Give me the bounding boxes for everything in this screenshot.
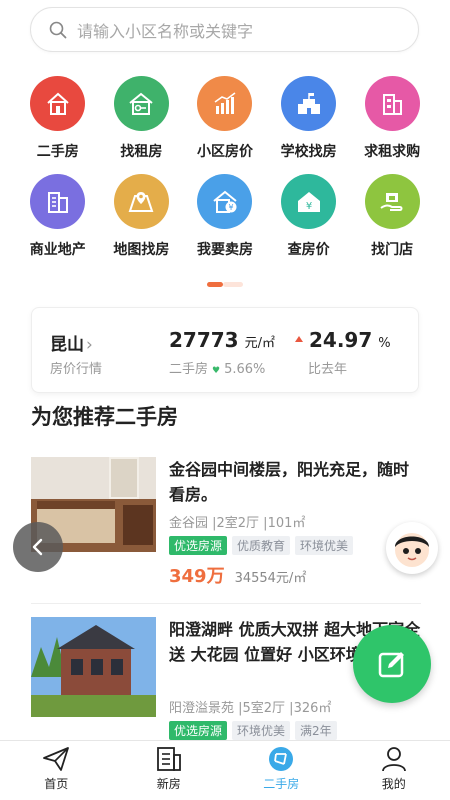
price-overview-card[interactable]: 昆山 › 房价行情 27773 元/㎡ 二手房 ♥ 5.66% 24.97% 比去年	[31, 307, 419, 393]
category-store[interactable]: 找门店	[350, 174, 434, 259]
avg-price-label: 二手房 ♥ 5.66%	[169, 362, 266, 377]
map-pin-icon	[113, 174, 169, 229]
yoy-label: 比去年	[308, 362, 348, 377]
house-icon	[30, 76, 86, 131]
city-selector[interactable]: 昆山 ›	[50, 330, 93, 355]
tag: 优质教育	[232, 536, 291, 555]
page-indicator	[207, 282, 243, 287]
category-label: 找租房	[120, 144, 163, 160]
category-label: 小区房价	[196, 144, 253, 160]
category-map[interactable]: 地图找房	[100, 174, 184, 259]
listing-price: 349万 34554元/㎡	[169, 566, 307, 587]
category-label: 我要卖房	[196, 242, 253, 258]
tab-mine[interactable]: 我的	[338, 741, 450, 800]
key-house-icon	[113, 76, 169, 131]
chevron-right-icon: ›	[86, 335, 93, 355]
tag-featured: 优选房源	[169, 721, 228, 740]
page-dot	[223, 282, 243, 287]
listing-tags: 优选房源 优质教育 环境优美	[169, 536, 354, 555]
page-dot-active	[207, 282, 223, 287]
svg-text:¥: ¥	[228, 203, 233, 212]
chart-up-icon	[197, 76, 253, 131]
paper-plane-icon	[43, 747, 70, 771]
category-commercial[interactable]: 商业地产	[16, 174, 100, 259]
category-label: 查房价	[287, 242, 330, 258]
category-school[interactable]: 学校找房	[267, 76, 351, 161]
category-label: 地图找房	[113, 242, 170, 258]
listing-card[interactable]: 金谷园中间楼层，阳光充足，随时看房。 金谷园 |2室2厅 |101㎡ 优选房源 …	[31, 457, 421, 587]
search-icon	[49, 21, 67, 38]
price-house-icon: ¥	[281, 174, 337, 229]
city-subtitle: 房价行情	[50, 362, 103, 377]
category-rent[interactable]: 找租房	[100, 76, 184, 161]
tag: 环境优美	[232, 721, 291, 740]
listing-meta: 阳澄溢景苑 |5室2厅 |326㎡	[169, 701, 332, 716]
up-arrow-icon	[295, 335, 303, 342]
listing-title: 金谷园中间楼层，阳光充足，随时看房。	[169, 460, 410, 504]
yoy-change: 24.97%	[295, 328, 391, 352]
category-community-price[interactable]: 小区房价	[183, 76, 267, 161]
building-list-icon	[156, 747, 181, 771]
person-icon	[381, 747, 406, 772]
tag: 环境优美	[295, 536, 354, 555]
edit-icon	[378, 652, 404, 678]
school-icon	[281, 76, 337, 131]
avg-price: 27773 元/㎡	[169, 328, 275, 352]
listing-tags: 优选房源 环境优美 满2年	[169, 721, 337, 740]
category-second-hand[interactable]: 二手房	[16, 76, 100, 161]
category-grid: 二手房 找租房 小区房价 学校找房 求租求购 商业地产 地图找房 ¥ 我要卖房 …	[16, 76, 434, 272]
divider	[31, 603, 421, 604]
assistant-avatar[interactable]	[386, 522, 438, 574]
sell-house-icon: ¥	[197, 174, 253, 229]
search-placeholder: 请输入小区名称或关键字	[77, 21, 254, 41]
tab-new-homes[interactable]: 新房	[113, 741, 226, 800]
listing-meta: 金谷园 |2室2厅 |101㎡	[169, 516, 306, 531]
chevron-left-icon	[32, 538, 43, 556]
category-check-price[interactable]: ¥ 查房价	[267, 174, 351, 259]
category-label: 学校找房	[280, 144, 337, 160]
back-button[interactable]	[13, 522, 63, 572]
tag-featured: 优选房源	[169, 536, 228, 555]
office-icon	[30, 174, 86, 229]
down-indicator-icon: ♥	[212, 366, 221, 376]
bottom-tab-bar: 首页 新房 二手房 我的	[0, 740, 450, 800]
building-icon	[364, 76, 420, 131]
svg-text:¥: ¥	[305, 201, 311, 212]
category-wanted[interactable]: 求租求购	[350, 76, 434, 161]
category-sell[interactable]: ¥ 我要卖房	[183, 174, 267, 259]
edit-fab-button[interactable]	[353, 625, 431, 703]
listing-photo[interactable]	[31, 617, 156, 717]
category-label: 商业地产	[29, 242, 86, 258]
category-label: 二手房	[36, 144, 79, 160]
category-label: 找门店	[371, 242, 414, 258]
section-title: 为您推荐二手房	[31, 405, 178, 429]
store-icon	[364, 174, 420, 229]
tab-home[interactable]: 首页	[0, 741, 113, 800]
category-label: 求租求购	[364, 144, 421, 160]
tab-second-hand[interactable]: 二手房	[225, 741, 338, 800]
search-input[interactable]: 请输入小区名称或关键字	[30, 7, 419, 52]
cartoon-face-icon	[395, 533, 429, 567]
aperture-icon	[269, 747, 294, 771]
tag: 满2年	[295, 721, 337, 740]
